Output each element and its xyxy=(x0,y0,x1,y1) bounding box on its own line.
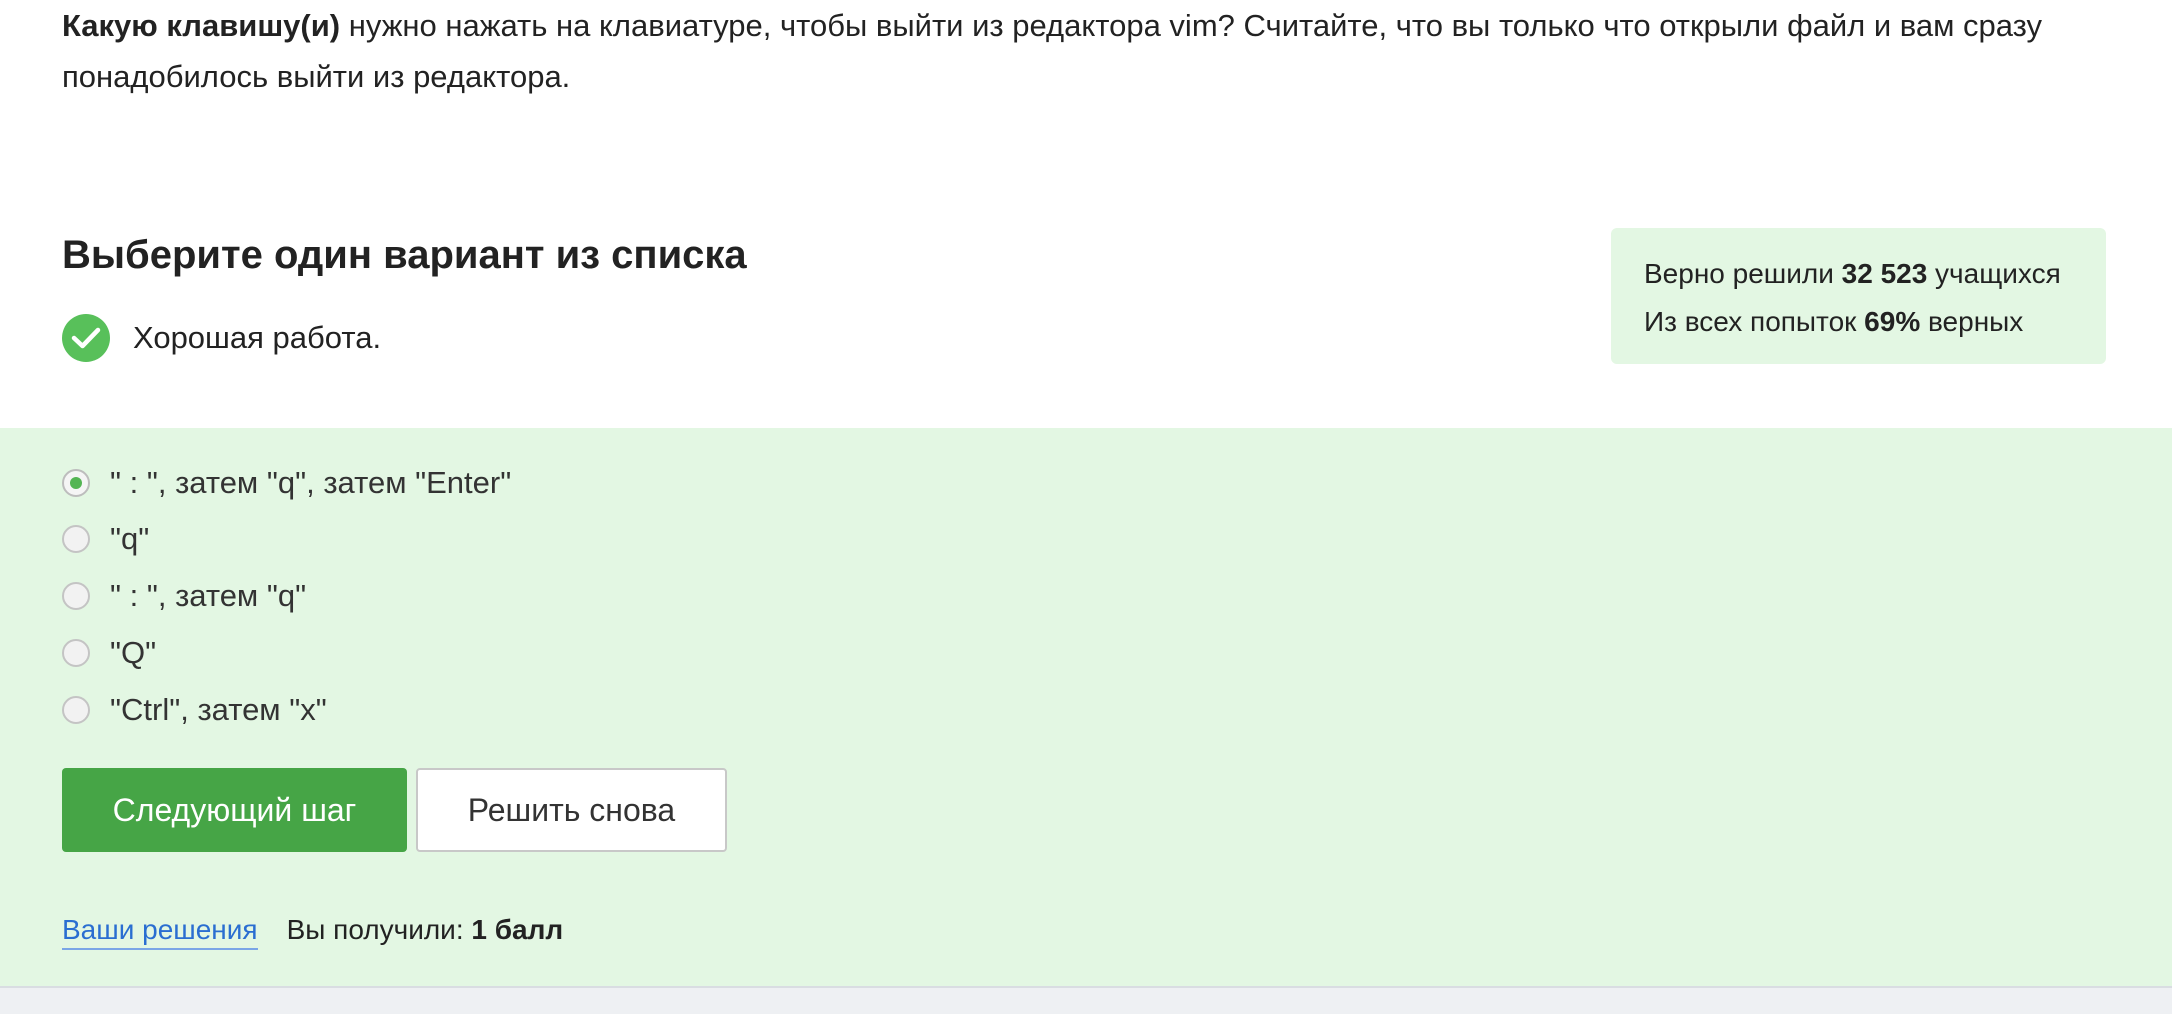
stats-panel: Верно решили 32 523 учащихся Из всех поп… xyxy=(1611,228,2106,364)
feedback-text: Хорошая работа. xyxy=(133,320,382,355)
stats-solved-suffix: учащихся xyxy=(1927,258,2061,289)
option-4[interactable]: "Q" xyxy=(62,633,156,673)
radio-dot-icon xyxy=(70,477,82,489)
stats-percent-line: Из всех попыток 69% верных xyxy=(1644,298,2106,346)
radio-icon[interactable] xyxy=(62,525,90,553)
radio-icon[interactable] xyxy=(62,639,90,667)
option-3[interactable]: " : ", затем "q" xyxy=(62,576,306,616)
stats-solved-line: Верно решили 32 523 учащихся xyxy=(1644,250,2106,298)
stats-percent-value: 69% xyxy=(1864,306,1921,337)
checkmark-icon xyxy=(71,327,101,349)
solve-again-button[interactable]: Решить снова xyxy=(416,768,727,852)
page-bottom-divider xyxy=(0,986,2172,1014)
radio-selected-icon[interactable] xyxy=(62,469,90,497)
option-1[interactable]: " : ", затем "q", затем "Enter" xyxy=(62,463,511,503)
radio-icon[interactable] xyxy=(62,582,90,610)
step-page: Какую клавишу(и) нужно нажать на клавиат… xyxy=(0,0,2172,1014)
radio-icon[interactable] xyxy=(62,696,90,724)
question-text: Какую клавишу(и) нужно нажать на клавиат… xyxy=(62,0,2072,102)
option-label: "Ctrl", затем "x" xyxy=(110,692,327,727)
score-value: 1 балл xyxy=(471,914,564,945)
option-2[interactable]: "q" xyxy=(62,519,149,559)
stats-percent-suffix: верных xyxy=(1920,306,2024,337)
check-circle-icon xyxy=(62,314,110,362)
score-prefix: Вы получили: xyxy=(286,914,472,945)
stats-solved-count: 32 523 xyxy=(1841,258,1928,289)
question-body: нужно нажать на клавиатуре, чтобы выйти … xyxy=(62,8,2043,94)
option-5[interactable]: "Ctrl", затем "x" xyxy=(62,690,327,730)
next-step-button[interactable]: Следующий шаг xyxy=(62,768,407,852)
option-label: " : ", затем "q", затем "Enter" xyxy=(110,465,512,500)
score-text: Вы получили: 1 балл xyxy=(287,914,564,946)
your-solutions-link[interactable]: Ваши решения xyxy=(62,914,258,950)
option-label: " : ", затем "q" xyxy=(110,578,307,613)
option-label: "q" xyxy=(110,521,150,556)
stats-solved-prefix: Верно решили xyxy=(1644,258,1842,289)
stats-percent-prefix: Из всех попыток xyxy=(1644,306,1865,337)
option-label: "Q" xyxy=(110,635,157,670)
question-bold-prefix: Какую клавишу(и) xyxy=(62,8,341,43)
result-footer: Ваши решения Вы получили: 1 балл xyxy=(62,914,563,950)
task-title: Выберите один вариант из списка xyxy=(62,233,747,277)
feedback-message: Хорошая работа. xyxy=(62,314,381,362)
